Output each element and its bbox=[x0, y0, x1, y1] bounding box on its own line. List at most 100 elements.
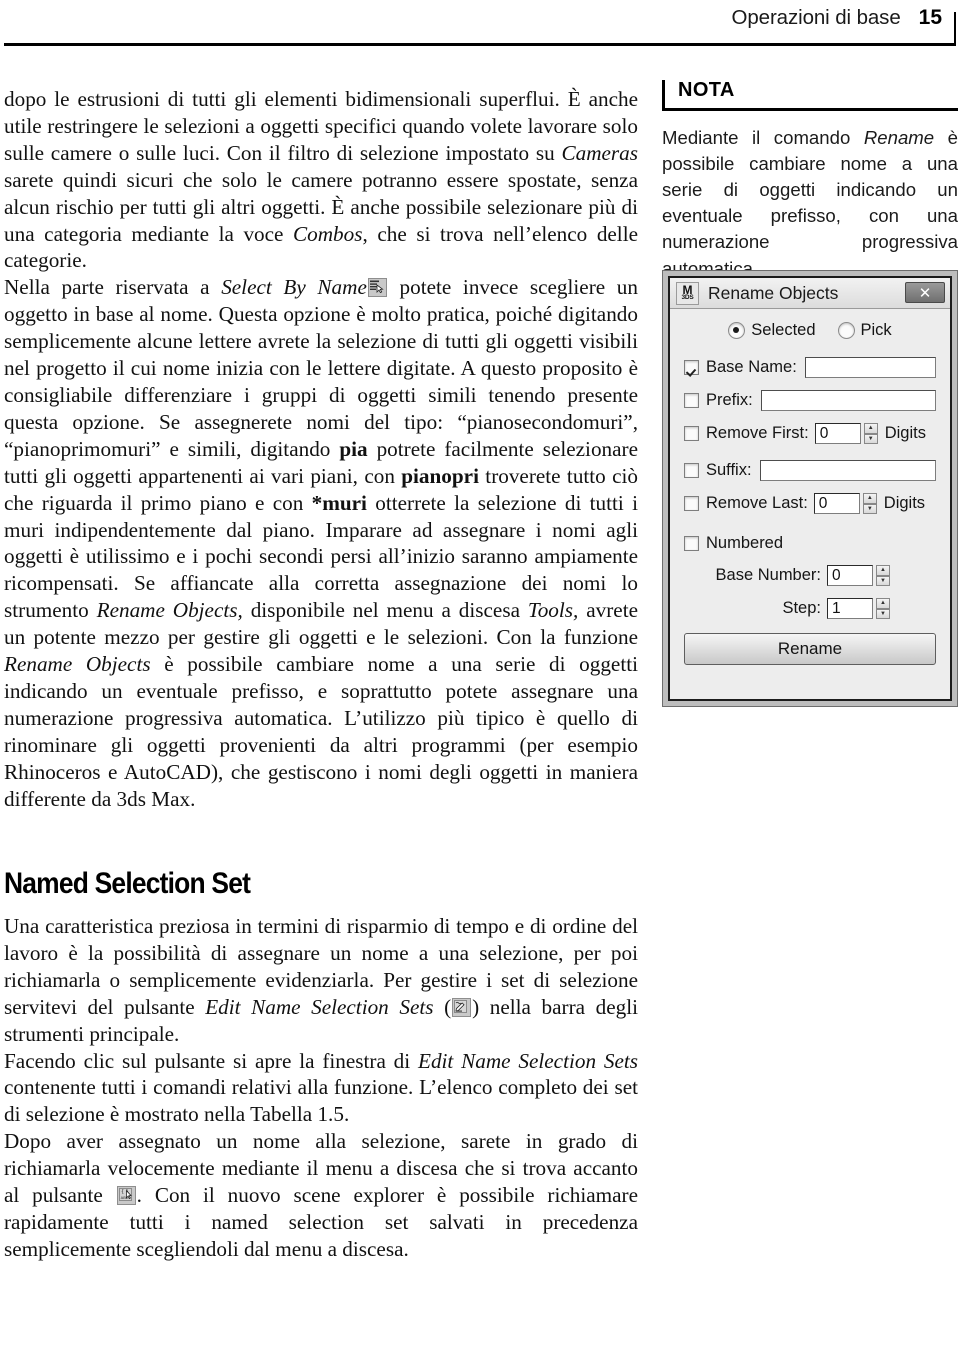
base-number-input[interactable]: 0 bbox=[827, 565, 873, 586]
mode-radio-group: Selected Pick bbox=[684, 321, 936, 340]
spinner-up-icon[interactable]: ▲ bbox=[876, 565, 890, 576]
term-edit-name-selection-sets-1: Edit Name Selection Sets bbox=[205, 994, 434, 1019]
remove-first-digits-label: Digits bbox=[884, 424, 926, 442]
numbered-label: Numbered bbox=[706, 534, 784, 552]
remove-last-spinner[interactable]: ▲ ▼ bbox=[862, 493, 877, 514]
spinner-up-icon[interactable]: ▲ bbox=[862, 493, 877, 504]
spinner-up-icon[interactable]: ▲ bbox=[876, 598, 890, 609]
base-name-row: Base Name: bbox=[684, 357, 936, 378]
remove-last-label: Remove Last: bbox=[706, 494, 808, 512]
base-number-label: Base Number: bbox=[715, 566, 821, 584]
remove-first-row: Remove First: 0 ▲ ▼ Digits bbox=[684, 423, 936, 444]
paragraph-named-selection: Una caratteristica preziosa in termini d… bbox=[4, 913, 638, 1048]
rename-objects-dialog: M 3DS Rename Objects ✕ Selected Pick Bas… bbox=[668, 276, 952, 701]
paragraph-intro: dopo le estrusioni di tutti gli elementi… bbox=[4, 86, 638, 274]
nota-callout: NOTA Mediante il comando Rename è possib… bbox=[662, 78, 958, 282]
radio-selected-indicator[interactable] bbox=[728, 322, 746, 339]
numbered-checkbox[interactable] bbox=[684, 536, 699, 551]
section-heading-block: Named Selection Set bbox=[4, 868, 638, 900]
term-cameras: Cameras bbox=[561, 140, 638, 165]
par3-seg2: ( bbox=[433, 994, 452, 1019]
spinner-down-icon[interactable]: ▼ bbox=[862, 503, 877, 514]
step-label: Step: bbox=[782, 599, 821, 617]
par1-seg1: dopo le estrusioni di tutti gli elementi… bbox=[4, 87, 638, 165]
suffix-input[interactable] bbox=[759, 460, 936, 481]
radio-pick-label: Pick bbox=[860, 321, 892, 339]
remove-last-row: Remove Last: 0 ▲ ▼ Digits bbox=[684, 493, 936, 514]
nota-left-rule bbox=[662, 80, 665, 110]
dialog-body: Selected Pick Base Name: Prefix: Remove … bbox=[670, 309, 950, 699]
base-number-row: Base Number: 0 ▲ ▼ bbox=[684, 565, 936, 586]
header-edge-tick bbox=[954, 12, 956, 46]
select-by-name-icon bbox=[367, 278, 387, 298]
remove-first-spinner[interactable]: ▲ ▼ bbox=[863, 423, 878, 444]
step-row: Step: 1 ▲ ▼ bbox=[684, 598, 936, 619]
dialog-titlebar: M 3DS Rename Objects ✕ bbox=[670, 278, 950, 309]
term-pia: pia bbox=[339, 436, 368, 461]
radio-pick-indicator[interactable] bbox=[837, 322, 855, 339]
rename-objects-dialog-figure: M 3DS Rename Objects ✕ Selected Pick Bas… bbox=[662, 270, 958, 707]
radio-selected-label: Selected bbox=[751, 321, 816, 339]
remove-last-digits-label: Digits bbox=[883, 494, 926, 512]
radio-selected[interactable]: Selected bbox=[728, 321, 816, 340]
suffix-checkbox[interactable] bbox=[684, 463, 699, 478]
paragraph-select-by-name: Nella parte riservata a Select By Name p… bbox=[4, 274, 638, 812]
nota-label: NOTA bbox=[678, 79, 735, 101]
header-rule bbox=[4, 43, 956, 46]
base-number-spinner[interactable]: ▲ ▼ bbox=[876, 565, 890, 586]
base-name-checkbox[interactable] bbox=[684, 360, 699, 375]
rename-button[interactable]: Rename bbox=[684, 633, 936, 665]
par2-seg2: potete invece scegliere un oggetto in ba… bbox=[4, 275, 638, 461]
par4-seg1: Facendo clic sul pulsante si apre la fin… bbox=[4, 1048, 418, 1073]
term-pianopri: pianopri bbox=[401, 463, 479, 488]
side-column: NOTA Mediante il comando Rename è possib… bbox=[662, 78, 958, 282]
remove-last-input[interactable]: 0 bbox=[813, 493, 860, 514]
prefix-label: Prefix: bbox=[706, 391, 753, 409]
dialog-outer-frame: M 3DS Rename Objects ✕ Selected Pick Bas… bbox=[662, 270, 958, 707]
remove-first-label: Remove First: bbox=[706, 424, 809, 442]
header-title-group: Operazioni di base 15 bbox=[732, 6, 943, 30]
spinner-down-icon[interactable]: ▼ bbox=[876, 608, 890, 619]
main-text-column: dopo le estrusioni di tutti gli elementi… bbox=[4, 86, 638, 1263]
edit-named-selection-sets-icon bbox=[452, 997, 472, 1017]
term-select-by-name: Select By Name bbox=[221, 275, 367, 300]
par4-seg2: contenente tutti i comandi relativi alla… bbox=[4, 1075, 638, 1127]
dialog-title: Rename Objects bbox=[708, 282, 839, 303]
page-header: Operazioni di base 15 bbox=[0, 0, 960, 46]
page-title: Named Selection Set bbox=[4, 867, 251, 901]
spinner-down-icon[interactable]: ▼ bbox=[863, 433, 878, 444]
named-selection-sets-icon: { } ABC bbox=[116, 1186, 136, 1206]
spinner-down-icon[interactable]: ▼ bbox=[876, 575, 890, 586]
term-edit-name-selection-sets-2: Edit Name Selection Sets bbox=[418, 1048, 638, 1073]
app-icon-suffix: 3DS bbox=[681, 294, 694, 302]
step-spinner[interactable]: ▲ ▼ bbox=[876, 598, 890, 619]
remove-last-checkbox[interactable] bbox=[684, 496, 699, 511]
prefix-input[interactable] bbox=[760, 390, 936, 411]
remove-first-checkbox[interactable] bbox=[684, 426, 699, 441]
running-title: Operazioni di base bbox=[731, 6, 901, 29]
close-icon[interactable]: ✕ bbox=[905, 282, 945, 303]
prefix-checkbox[interactable] bbox=[684, 393, 699, 408]
spinner-up-icon[interactable]: ▲ bbox=[863, 423, 878, 434]
nota-term-rename: Rename bbox=[863, 126, 935, 148]
prefix-row: Prefix: bbox=[684, 390, 936, 411]
par2-seg6: disponibile nel menu a discesa bbox=[242, 598, 528, 623]
radio-pick[interactable]: Pick bbox=[837, 321, 892, 340]
term-combos: Combos bbox=[293, 221, 363, 246]
base-name-label: Base Name: bbox=[706, 358, 797, 376]
paragraph-edit-window: Facendo clic sul pulsante si apre la fin… bbox=[4, 1048, 638, 1129]
term-rename-objects-1: Rename Objects, bbox=[96, 598, 243, 623]
nota-rule bbox=[662, 108, 958, 111]
nota-body-text: Mediante il comando Rename è possibile c… bbox=[662, 125, 958, 282]
suffix-row: Suffix: bbox=[684, 460, 936, 481]
base-name-input[interactable] bbox=[804, 357, 936, 378]
remove-first-input[interactable]: 0 bbox=[814, 423, 861, 444]
term-tools: Tools, bbox=[527, 598, 579, 623]
par2-seg1: Nella parte riservata a bbox=[4, 275, 222, 300]
nota-seg1: Mediante il comando bbox=[662, 126, 864, 148]
numbered-row: Numbered bbox=[684, 534, 936, 553]
step-input[interactable]: 1 bbox=[827, 598, 873, 619]
nota-seg2: è possibile cambiare nome a una serie di… bbox=[662, 126, 958, 279]
page-number: 15 bbox=[918, 6, 942, 29]
term-rename-objects-2: Rename Objects bbox=[4, 652, 151, 677]
